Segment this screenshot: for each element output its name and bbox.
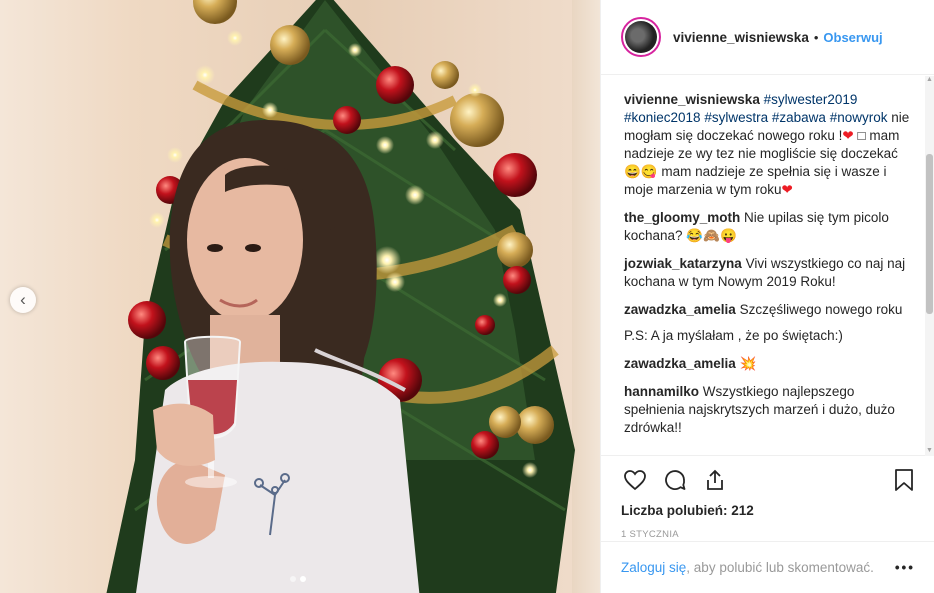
caption: vivienne_wisniewska #sylwester2019 #koni… (624, 91, 918, 199)
scroll-down-icon[interactable]: ▼ (925, 447, 934, 456)
post-photo[interactable]: ‹ (0, 0, 600, 593)
comments-scrollbar[interactable]: ▲ ▼ (925, 76, 934, 456)
comment-username[interactable]: zawadzka_amelia (624, 302, 736, 317)
avatar[interactable] (621, 17, 661, 57)
comment-bubble-icon[interactable] (661, 466, 689, 494)
heart-emoji-icon: ❤ (842, 128, 854, 143)
action-bar (601, 455, 934, 503)
more-options-icon[interactable]: ••• (895, 560, 915, 575)
comments-list[interactable]: vivienne_wisniewska #sylwester2019 #koni… (601, 75, 934, 455)
login-link[interactable]: Zaloguj się (621, 560, 686, 575)
comment-username[interactable]: zawadzka_amelia (624, 356, 736, 371)
heart-emoji-icon: ❤ (781, 182, 793, 197)
login-prompt: Zaloguj się , aby polubić lub skomentowa… (601, 541, 934, 593)
comment-username[interactable]: hannamilko (624, 384, 699, 399)
christmas-tree-image (106, 0, 575, 593)
carousel-indicator (290, 576, 306, 582)
share-icon[interactable] (701, 466, 729, 494)
comment-item: jozwiak_katarzyna Vivi wszystkiego co na… (624, 255, 918, 291)
caption-text: mam nadzieje ze spełnia się i wasze i mo… (624, 164, 887, 197)
likes-count[interactable]: Liczba polubień: 212 (601, 503, 934, 523)
caption-username[interactable]: vivienne_wisniewska (624, 92, 760, 107)
comment-item: the_gloomy_moth Nie upilas się tym picol… (624, 209, 918, 245)
header-username[interactable]: vivienne_wisniewska (673, 30, 809, 45)
comment-username[interactable]: the_gloomy_moth (624, 210, 740, 225)
bookmark-icon[interactable] (890, 466, 918, 494)
hashtag-link[interactable]: #sylwestra (704, 110, 768, 125)
comment-text: Szczęśliwego nowego roku (739, 302, 903, 317)
comment-emoji: 😂🙈😛 (686, 228, 737, 243)
hashtag-link[interactable]: #nowyrok (830, 110, 888, 125)
carousel-dot (290, 576, 296, 582)
login-prompt-text: , aby polubić lub skomentować. (686, 560, 874, 575)
comment-item: hannamilko Wszystkiego najlepszego spełn… (624, 383, 918, 437)
header-separator: • (813, 29, 819, 45)
comment-username[interactable]: jozwiak_katarzyna (624, 256, 742, 271)
chevron-left-icon[interactable]: ‹ (10, 287, 36, 313)
comment-item: zawadzka_amelia Szczęśliwego nowego roku… (624, 301, 918, 345)
hashtag-link[interactable]: #koniec2018 (624, 110, 701, 125)
post-header: vivienne_wisniewska • Obserwuj (601, 0, 934, 75)
follow-button[interactable]: Obserwuj (823, 30, 882, 45)
scrollbar-thumb[interactable] (926, 154, 933, 314)
post-sidebar: vivienne_wisniewska • Obserwuj vivienne_… (600, 0, 934, 593)
comment-text-ps: P.S: A ja myślałam , że po świętach:) (624, 328, 843, 343)
hashtag-link[interactable]: #sylwester2019 (764, 92, 858, 107)
carousel-dot-active (300, 576, 306, 582)
caption-emoji: 😄😋 (624, 164, 658, 179)
scroll-up-icon[interactable]: ▲ (925, 76, 934, 85)
avatar-image (625, 21, 657, 53)
comment-emoji: 💥 (739, 356, 757, 371)
heart-outline-icon[interactable] (621, 466, 649, 494)
instagram-post: ‹ vivienne_wisniewska • Obserwuj vivienn… (0, 0, 934, 593)
hashtag-link[interactable]: #zabawa (772, 110, 826, 125)
comment-item: zawadzka_amelia 💥 (624, 355, 918, 373)
